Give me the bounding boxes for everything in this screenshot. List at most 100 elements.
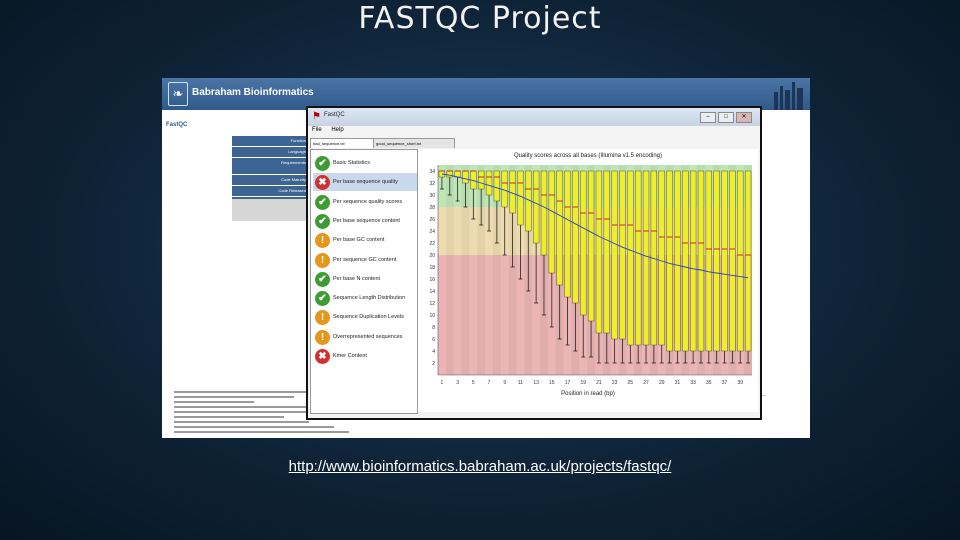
check-icon: ✔	[315, 156, 330, 171]
x-tick-label: 11	[518, 380, 523, 386]
module-label: Kmer Content	[333, 353, 367, 359]
footer-link-container: http://www.bioinformatics.babraham.ac.uk…	[0, 458, 960, 476]
y-tick-label: 20	[429, 253, 435, 259]
module-label: Overrepresented sequences	[333, 333, 403, 340]
module-label: Per sequence GC content	[333, 256, 397, 263]
nav-item-code-maturity[interactable]: Code Maturity	[232, 175, 308, 185]
y-tick-label: 28	[429, 205, 435, 211]
tab-good-sequence-short[interactable]: good_sequence_short.txt	[373, 138, 455, 148]
box-plot-box	[627, 170, 634, 346]
module-item[interactable]: ✔ Per base N content	[313, 270, 417, 288]
x-tick-label: 9	[503, 380, 506, 386]
box-plot-box	[462, 170, 469, 184]
nav-item-code-released[interactable]: Code Released	[232, 186, 308, 196]
nav-panel-footer	[232, 199, 310, 221]
box-plot-box	[697, 170, 705, 352]
box-plot-box	[580, 170, 587, 316]
nav-item-language[interactable]: Language	[232, 147, 308, 157]
x-tick-label: 19	[580, 380, 586, 386]
building-skyline-icon	[774, 82, 803, 110]
box-plot-box	[587, 170, 595, 322]
quality-boxplot: 3432302826242220181614121086421 3 5 7 9 11 13 1…	[429, 165, 752, 386]
x-tick-label: 25	[628, 380, 634, 386]
y-tick-label: 16	[429, 277, 435, 283]
box-plot-box	[478, 170, 485, 190]
y-tick-label: 2	[432, 361, 435, 367]
x-tick-label: 23	[612, 380, 618, 386]
module-item[interactable]: ! Overrepresented sequences	[313, 328, 417, 346]
box-plot-box	[595, 170, 603, 334]
x-tick-label: 3	[456, 380, 459, 386]
nav-item-requirements[interactable]: Requirements	[232, 158, 308, 174]
column-band	[445, 165, 454, 375]
module-item[interactable]: ✖ Per base sequence quality	[313, 173, 417, 192]
site-title: Babraham Bioinformatics	[192, 87, 314, 98]
y-tick-label: 22	[429, 241, 435, 247]
y-tick-label: 12	[429, 301, 435, 307]
tab-bad-sequence[interactable]: bad_sequence.txt	[310, 138, 374, 148]
x-tick-label: 17	[565, 380, 571, 386]
box-plot-box	[493, 170, 500, 202]
box-plot-box	[564, 170, 571, 298]
window-title: FastQC	[324, 112, 345, 118]
module-item[interactable]: ! Per base GC content	[313, 231, 417, 249]
site-nav: Function Language Requirements Code Matu…	[232, 136, 308, 208]
module-item[interactable]: ! Sequence Duplication Levels	[313, 308, 417, 326]
module-item[interactable]: ✔ Per sequence quality scores	[313, 193, 417, 211]
box-plot-box	[744, 170, 752, 352]
module-item[interactable]: ✔ Per base sequence content	[313, 212, 417, 230]
close-button[interactable]: ✕	[736, 112, 752, 123]
box-plot-box	[548, 170, 555, 274]
box-plot-box	[658, 170, 665, 346]
box-plot-box	[737, 170, 744, 352]
exclamation-icon: !	[315, 310, 330, 326]
x-tick-label: 35	[706, 380, 712, 386]
box-plot-box	[517, 170, 524, 226]
module-list: ✔ Basic Statistics ✖ Per base sequence qual…	[310, 149, 418, 414]
box-plot-box	[642, 170, 650, 346]
x-axis-label: Position in read (bp)	[561, 391, 615, 397]
x-tick-label: 29	[659, 380, 665, 386]
x-tick-label: 39	[737, 380, 743, 386]
cross-icon: ✖	[315, 349, 330, 364]
fastqc-window: ⚑ FastQC – □ ✕ File Help bad_sequence.tx…	[308, 108, 760, 418]
check-icon: ✔	[315, 194, 330, 210]
box-plot-box	[682, 170, 689, 352]
y-tick-label: 14	[429, 289, 435, 295]
module-label: Per base sequence quality	[333, 179, 398, 186]
module-item[interactable]: ✔ Sequence Length Distribution	[313, 289, 417, 307]
decorative-caption: —	[762, 392, 766, 397]
fastqc-project-link[interactable]: http://www.bioinformatics.babraham.ac.uk…	[289, 458, 672, 475]
module-item[interactable]: ✖ Kmer Content	[313, 347, 417, 365]
menu-file[interactable]: File	[312, 127, 322, 133]
module-item[interactable]: ✔ Basic Statistics	[313, 154, 417, 172]
box-plot-box	[713, 170, 720, 352]
module-label: Sequence Duplication Levels	[333, 314, 404, 321]
y-tick-label: 30	[429, 193, 435, 199]
y-tick-label: 24	[429, 229, 435, 235]
window-titlebar[interactable]: ⚑ FastQC – □ ✕	[308, 108, 760, 126]
box-plot-box	[721, 170, 728, 352]
menu-help[interactable]: Help	[331, 127, 343, 133]
x-tick-label: 33	[690, 380, 696, 386]
sidebar-heading: FastQC	[166, 122, 188, 128]
box-plot-box	[705, 170, 712, 352]
module-label: Per sequence quality scores	[333, 198, 403, 205]
cross-icon: ✖	[315, 175, 330, 191]
module-item[interactable]: ! Per sequence GC content	[313, 251, 417, 269]
y-tick-label: 4	[432, 349, 435, 355]
y-tick-label: 34	[429, 169, 435, 175]
fastqc-app-icon: ⚑	[312, 111, 321, 122]
x-tick-label: 7	[488, 380, 491, 386]
minimize-button[interactable]: –	[700, 112, 716, 123]
check-icon: ✔	[315, 271, 330, 287]
maximize-button[interactable]: □	[718, 112, 734, 123]
box-plot-box	[532, 170, 540, 244]
y-tick-label: 26	[429, 217, 435, 223]
nav-item-function[interactable]: Function	[232, 136, 308, 146]
module-label: Per base N content	[333, 275, 381, 282]
x-tick-label: 31	[675, 380, 681, 386]
exclamation-icon: !	[315, 252, 330, 268]
x-tick-label: 1	[441, 380, 444, 386]
module-label: Per base sequence content	[333, 217, 400, 224]
